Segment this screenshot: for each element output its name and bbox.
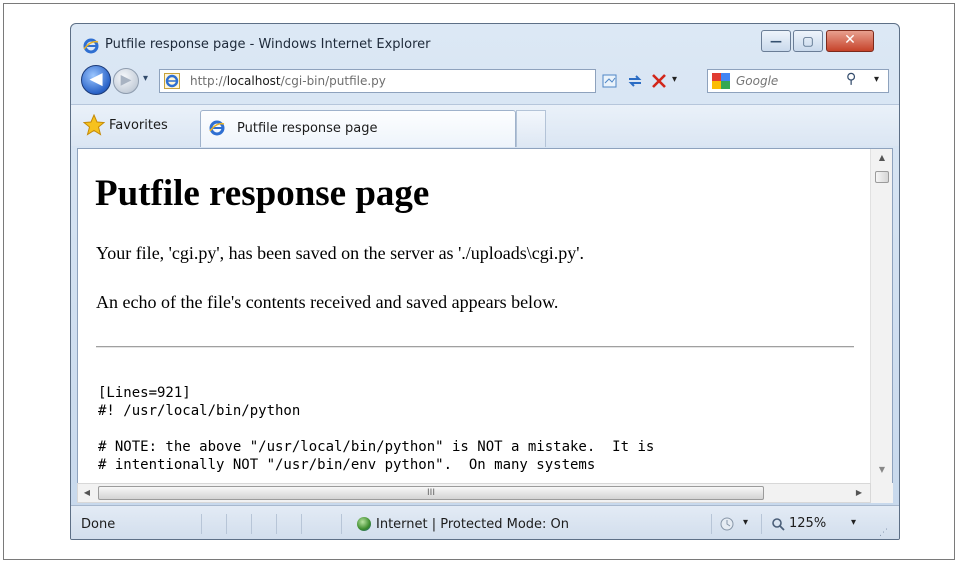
search-input[interactable] (736, 73, 836, 89)
back-arrow-icon: ◀ (89, 69, 103, 89)
forward-arrow-icon: ▶ (120, 72, 132, 88)
search-icon[interactable]: ⚲ (846, 71, 856, 87)
tab-putfile-response[interactable]: Putfile response page (200, 110, 516, 147)
security-icon[interactable] (719, 516, 737, 532)
favorites-star-icon (83, 114, 105, 136)
browser-window: Putfile response page - Windows Internet… (70, 23, 900, 540)
horizontal-rule (96, 346, 854, 348)
vertical-scrollbar[interactable]: ▲ ▼ (870, 149, 892, 483)
close-button[interactable]: ✕ (826, 30, 874, 52)
new-tab-button[interactable] (516, 110, 546, 147)
resize-grip-icon[interactable]: ⋰ (879, 528, 888, 538)
navigation-bar: ◀ ▶ ▾ http://localhost/cgi-bin/putfile.p… (71, 62, 899, 98)
code-line: # intentionally NOT "/usr/bin/env python… (98, 457, 596, 473)
close-icon: ✕ (844, 32, 856, 48)
tab-bar: Favorites Putfile response page (71, 104, 899, 147)
page-ie-icon (164, 73, 180, 89)
security-dropdown-icon[interactable]: ▾ (743, 517, 748, 528)
favorites-label: Favorites (109, 118, 168, 133)
address-url: http://localhost/cgi-bin/putfile.py (190, 74, 386, 88)
globe-icon (357, 517, 371, 531)
minimize-button[interactable]: — (761, 30, 791, 52)
refresh-icon[interactable] (626, 72, 644, 90)
status-bar: Done Internet | Protected Mode: On ▾ 125… (71, 505, 899, 539)
status-divider (226, 514, 227, 534)
scroll-down-icon[interactable]: ▼ (871, 461, 892, 479)
search-bar[interactable]: ⚲ ▾ (707, 69, 889, 93)
address-dropdown-icon[interactable]: ▾ (672, 74, 677, 85)
status-divider (761, 514, 762, 534)
status-text: Done (81, 517, 116, 532)
scroll-left-icon[interactable]: ◀ (78, 484, 96, 502)
url-path: /cgi-bin/putfile.py (280, 74, 386, 88)
tab-ie-icon (209, 120, 225, 136)
code-line: [Lines=921] (98, 385, 191, 401)
forward-button[interactable]: ▶ (113, 68, 139, 94)
google-icon (712, 73, 730, 89)
status-divider (251, 514, 252, 534)
code-line: #! /usr/local/bin/python (98, 403, 301, 419)
horizontal-scrollbar[interactable]: ◀ III ▶ (77, 483, 871, 503)
url-host: localhost (226, 74, 281, 88)
minimize-icon: — (770, 34, 782, 48)
echo-message: An echo of the file's contents received … (96, 292, 559, 312)
stop-icon[interactable] (650, 72, 668, 90)
status-divider (301, 514, 302, 534)
zoom-dropdown-icon[interactable]: ▾ (851, 517, 856, 528)
title-bar: Putfile response page - Windows Internet… (71, 24, 899, 58)
status-divider (711, 514, 712, 534)
zoom-level: 125% (789, 516, 827, 531)
window-title: Putfile response page - Windows Internet… (105, 37, 431, 52)
maximize-icon: ▢ (802, 34, 814, 48)
page-heading: Putfile response page (95, 173, 430, 214)
status-divider (201, 514, 202, 534)
ie-icon (83, 38, 99, 54)
compat-view-icon[interactable] (601, 72, 619, 90)
security-zone[interactable]: Internet | Protected Mode: On (376, 517, 569, 532)
page-content: Putfile response page Your file, 'cgi.py… (77, 148, 893, 484)
zoom-icon (772, 518, 785, 531)
horizontal-scroll-thumb[interactable]: III (98, 486, 764, 500)
tab-label: Putfile response page (237, 121, 378, 136)
scroll-grip-icon: III (427, 488, 435, 498)
scroll-corner (871, 483, 893, 503)
status-divider (276, 514, 277, 534)
vertical-scroll-thumb[interactable] (875, 171, 889, 183)
back-button[interactable]: ◀ (81, 65, 111, 95)
scroll-up-icon[interactable]: ▲ (871, 149, 892, 167)
saved-message: Your file, 'cgi.py', has been saved on t… (96, 243, 585, 263)
history-dropdown-icon[interactable]: ▾ (143, 73, 148, 84)
scroll-right-icon[interactable]: ▶ (850, 484, 868, 502)
url-scheme: http:// (190, 74, 227, 88)
address-bar[interactable]: http://localhost/cgi-bin/putfile.py ▾ (159, 69, 677, 93)
search-dropdown-icon[interactable]: ▾ (874, 74, 879, 85)
status-divider (341, 514, 342, 534)
maximize-button[interactable]: ▢ (793, 30, 823, 52)
code-line: # NOTE: the above "/usr/local/bin/python… (98, 439, 655, 455)
